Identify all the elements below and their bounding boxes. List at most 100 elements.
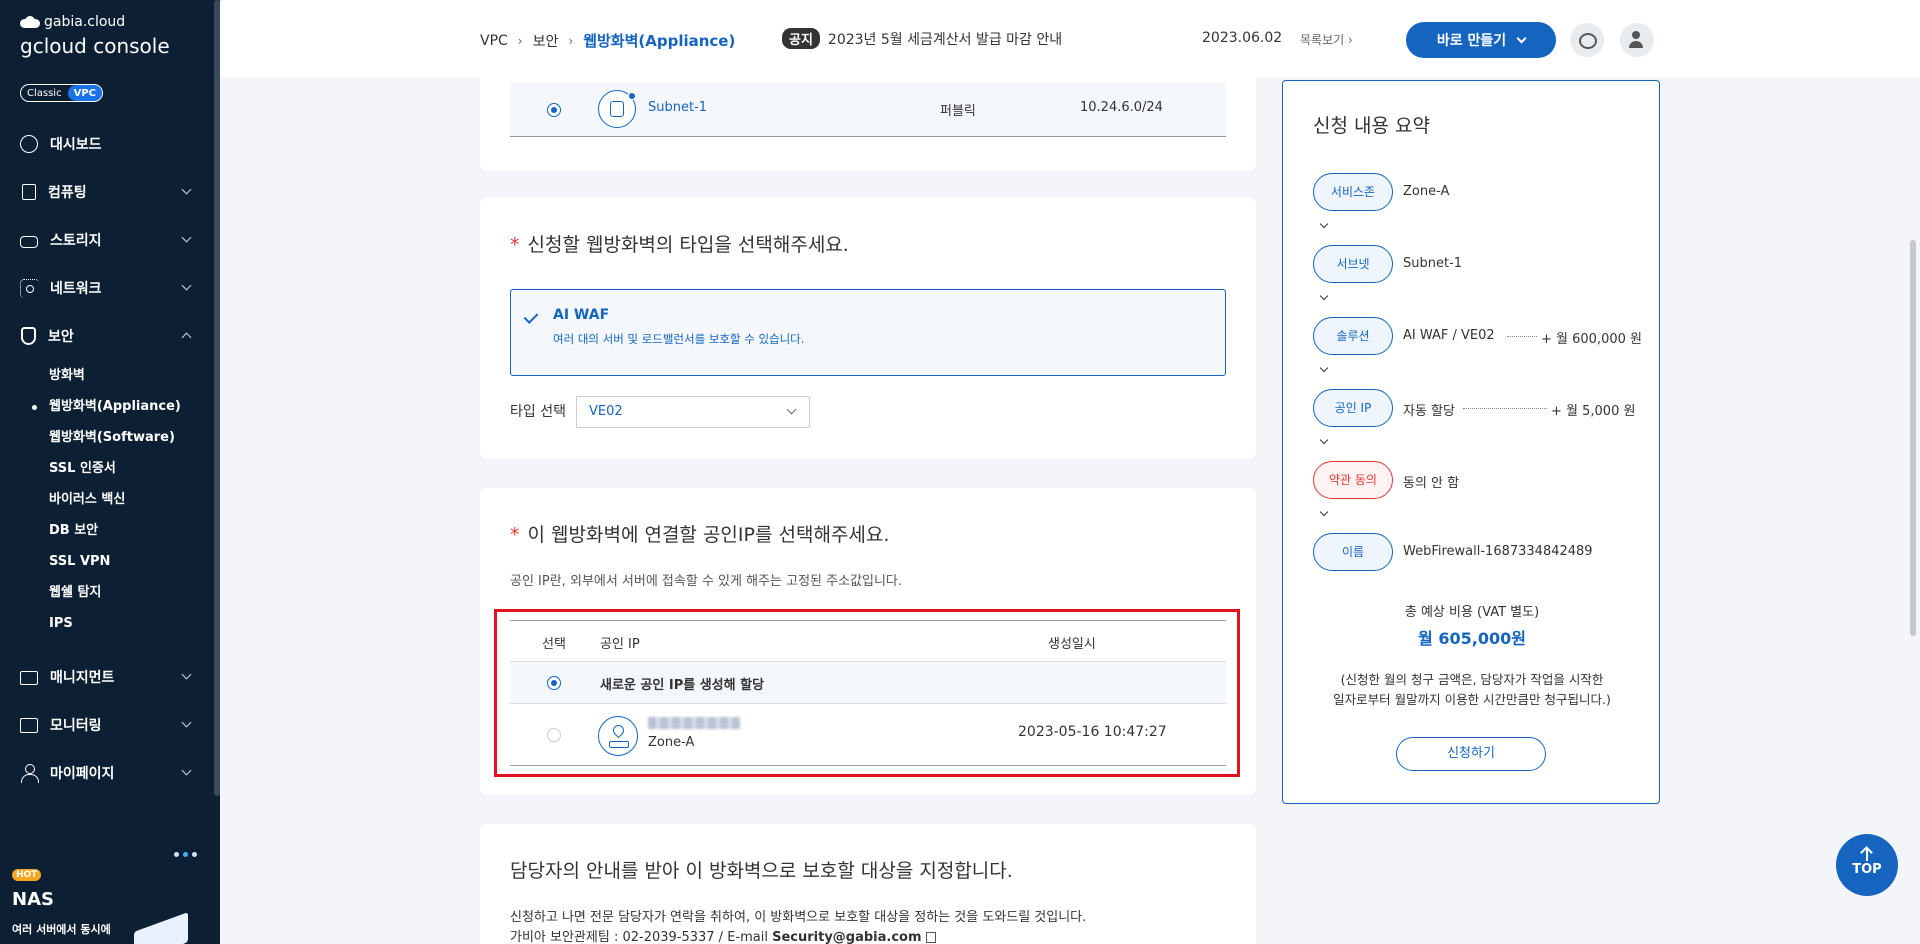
submenu-db-security[interactable]: DB 보안 — [49, 515, 214, 546]
brand-logo[interactable]: gabia.cloud gcloud console — [20, 14, 170, 58]
mode-vpc[interactable]: VPC — [67, 85, 103, 101]
sidebar-item-network[interactable]: 네트워크 — [0, 264, 214, 312]
submenu-waf-software[interactable]: 웹방화벽(Software) — [49, 422, 214, 453]
sidebar-item-label: 네트워크 — [50, 281, 102, 297]
billing-note: 일자로부터 월말까지 이용한 시간만큼만 청구됩니다.) — [1333, 692, 1611, 707]
promo-title[interactable]: NAS — [12, 889, 54, 910]
summary-step-subnet: 서브넷 Subnet-1 — [1313, 245, 1583, 285]
quick-create-button[interactable]: 바로 만들기 — [1406, 22, 1556, 58]
notice-list-label: 목록보기 — [1300, 33, 1345, 47]
sidebar-item-label: 보안 — [48, 329, 74, 345]
chevron-down-icon — [181, 717, 192, 728]
public-ip-title: * 이 웹방화벽에 연결할 공인IP를 선택해주세요. — [510, 520, 889, 547]
sidebar-item-security[interactable]: 보안 — [0, 312, 214, 360]
chevron-down-icon — [786, 404, 797, 415]
scroll-top-button[interactable]: TOP — [1836, 834, 1898, 896]
apply-button[interactable]: 신청하기 — [1396, 737, 1546, 771]
breadcrumb-current: 웹방화벽(Appliance) — [583, 32, 736, 50]
chevron-down-icon — [181, 184, 192, 195]
step-value: WebFirewall-1687334842489 — [1403, 544, 1593, 559]
profile-icon[interactable] — [1620, 23, 1654, 57]
chevron-right-icon: › — [517, 33, 523, 48]
subnet-radio[interactable] — [547, 103, 561, 117]
sidebar-item-monitoring[interactable]: 모니터링 — [0, 701, 214, 749]
waf-option-ai-waf[interactable]: AI WAF 여러 대의 서버 및 로드밸런서를 보호할 수 있습니다. — [510, 289, 1226, 376]
notice[interactable]: 공지 2023년 5월 세금계산서 발급 마감 안내 — [782, 28, 1062, 49]
chip-icon — [22, 184, 36, 200]
sidebar-item-management[interactable]: 매니지먼트 — [0, 653, 214, 701]
breadcrumb-security[interactable]: 보안 — [533, 31, 559, 51]
subnet-name: Subnet-1 — [648, 100, 708, 115]
promo-hot-badge: HOT — [12, 869, 42, 881]
chevron-down-icon — [181, 280, 192, 291]
submenu-ssl-vpn[interactable]: SSL VPN — [49, 546, 214, 577]
chevron-down-icon — [181, 232, 192, 243]
highlight-frame — [494, 609, 1240, 777]
shield-icon — [21, 327, 36, 345]
subnet-row[interactable]: Subnet-1 퍼블릭 10.24.6.0/24 — [510, 83, 1226, 137]
step-value: 자동 할당 — [1403, 404, 1455, 419]
step-price: + 월 5,000 원 — [1551, 404, 1636, 419]
check-icon — [523, 309, 539, 324]
promo-pagination[interactable] — [174, 852, 197, 857]
submenu-ssl-cert[interactable]: SSL 인증서 — [49, 453, 214, 484]
user-icon — [20, 764, 39, 783]
waf-type-title-text: 신청할 웹방화벽의 타입을 선택해주세요. — [527, 234, 849, 256]
breadcrumb-vpc[interactable]: VPC — [480, 33, 508, 49]
chevron-down-icon — [1319, 435, 1329, 445]
scroll-top-label: TOP — [1852, 862, 1882, 877]
chat-icon[interactable] — [1570, 23, 1604, 57]
waf-option-title: AI WAF — [553, 307, 610, 323]
notice-list-link[interactable]: 목록보기 › — [1300, 31, 1353, 48]
promo-illustration — [134, 912, 188, 944]
step-price: + 월 600,000 원 — [1541, 332, 1642, 347]
copy-icon[interactable] — [925, 932, 936, 943]
submenu-firewall[interactable]: 방화벽 — [49, 360, 214, 391]
dashboard-icon — [20, 135, 38, 153]
type-select[interactable]: VE02 — [576, 396, 810, 428]
promo-desc: 여러 서버에서 동시에 — [12, 923, 111, 936]
sidebar-item-label: 매니지먼트 — [50, 670, 115, 686]
step-pill: 서비스존 — [1313, 173, 1393, 211]
promo-dot[interactable] — [183, 852, 188, 857]
promo-dot[interactable] — [192, 852, 197, 857]
total-cost: 월 605,000원 — [1418, 629, 1526, 648]
dotted-leader — [1507, 336, 1537, 337]
chevron-down-icon — [1319, 507, 1329, 517]
management-icon — [20, 671, 38, 685]
submenu-webshell[interactable]: 웹쉘 탐지 — [49, 577, 214, 608]
step-value: Zone-A — [1403, 184, 1450, 199]
chevron-down-icon — [181, 765, 192, 776]
network-icon — [20, 279, 39, 298]
protect-panel: 담당자의 안내를 받아 이 방화벽으로 보호할 대상을 지정합니다. 신청하고 … — [480, 824, 1256, 944]
step-pill: 약관 동의 — [1313, 461, 1393, 499]
waf-type-panel: * 신청할 웹방화벽의 타입을 선택해주세요. AI WAF 여러 대의 서버 및… — [480, 198, 1256, 458]
total-cost-label: 총 예상 비용 (VAT 별도) — [1404, 605, 1540, 620]
sidebar-item-computing[interactable]: 컴퓨팅 — [0, 168, 214, 216]
sidebar-item-storage[interactable]: 스토리지 — [0, 216, 214, 264]
mode-classic[interactable]: Classic — [21, 85, 68, 101]
protect-contact: 가비아 보안관제팀 : 02-2039-5337 / E-mail Securi… — [510, 926, 936, 944]
notice-text[interactable]: 2023년 5월 세금계산서 발급 마감 안내 — [828, 29, 1062, 49]
sidebar-item-mypage[interactable]: 마이페이지 — [0, 749, 214, 797]
type-select-label: 타입 선택 — [510, 404, 566, 420]
security-submenu: 방화벽 웹방화벽(Appliance) 웹방화벽(Software) SSL 인… — [0, 360, 214, 639]
submenu-antivirus[interactable]: 바이러스 백신 — [49, 484, 214, 515]
arrow-up-stem — [1866, 849, 1868, 861]
summary-step-public-ip: 공인 IP 자동 할당 + 월 5,000 원 — [1313, 389, 1636, 429]
chevron-down-icon — [1319, 219, 1329, 229]
sidebar-scrollbar[interactable] — [214, 0, 220, 796]
summary-title: 신청 내용 요약 — [1313, 115, 1430, 137]
summary-step-name: 이름 WebFirewall-1687334842489 — [1313, 533, 1593, 573]
public-ip-desc: 공인 IP란, 외부에서 서버에 접속할 수 있게 해주는 고정된 주소값입니다… — [510, 574, 903, 589]
page-scrollbar[interactable] — [1910, 240, 1916, 636]
promo-dot[interactable] — [174, 852, 179, 857]
summary-panel: 신청 내용 요약 서비스존 Zone-A 서브넷 Subnet-1 솔루션 AI… — [1282, 80, 1660, 804]
sidebar-item-dashboard[interactable]: 대시보드 — [0, 120, 214, 168]
security-email[interactable]: Security@gabia.com — [772, 930, 921, 944]
mode-toggle[interactable]: Classic VPC — [20, 84, 104, 102]
submenu-ips[interactable]: IPS — [49, 608, 214, 639]
submenu-waf-appliance[interactable]: 웹방화벽(Appliance) — [32, 391, 214, 422]
sidebar-item-label: 마이페이지 — [50, 766, 115, 782]
sidebar: gabia.cloud gcloud console Classic VPC 대… — [0, 0, 220, 944]
